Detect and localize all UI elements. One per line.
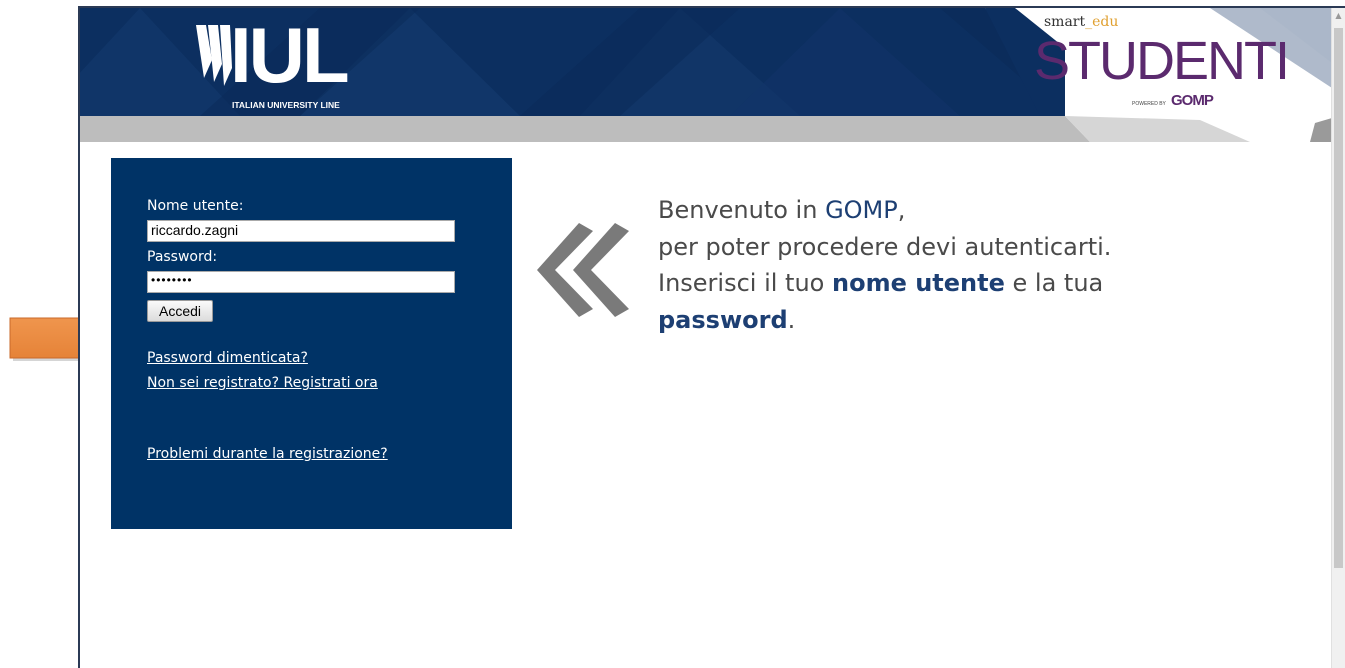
welcome-prefix: Benvenuto in	[658, 196, 826, 224]
brand-suffix: edu	[1092, 14, 1119, 30]
powered-by: POWERED BY	[1132, 101, 1166, 107]
registration-help-link[interactable]: Problemi durante la registrazione?	[147, 446, 388, 462]
double-chevron-left-icon	[537, 223, 629, 317]
scrollbar-thumb[interactable]	[1334, 28, 1343, 568]
password-field[interactable]: ••••••••	[147, 271, 455, 293]
username-field[interactable]: riccardo.zagni	[147, 220, 455, 242]
vertical-scrollbar[interactable]: ▲	[1331, 8, 1345, 668]
login-panel: Nome utente: riccardo.zagni Password: ••…	[111, 158, 512, 529]
welcome-period: .	[787, 305, 796, 334]
welcome-comma: ,	[897, 196, 906, 224]
logo-text: IUL	[230, 11, 350, 99]
welcome-instruction: Inserisci il tuo	[658, 269, 832, 297]
welcome-line-3: Inserisci il tuo nome utente e la tua	[658, 265, 1111, 302]
forgot-password-link[interactable]: Password dimenticata?	[147, 350, 308, 366]
scroll-up-icon[interactable]: ▲	[1334, 12, 1343, 20]
welcome-username-term: nome utente	[832, 269, 1005, 297]
welcome-brand: GOMP	[825, 196, 898, 224]
browser-viewport: IUL ITALIAN UNIVERSITY LINE smart_edu ST…	[78, 6, 1345, 668]
password-label: Password:	[147, 249, 218, 265]
logo-subtitle: ITALIAN UNIVERSITY LINE	[232, 100, 340, 110]
brand-prefix: smart	[1044, 14, 1086, 30]
welcome-conjunction: e la tua	[1004, 269, 1104, 297]
gomp-logo: GOMP	[1171, 92, 1214, 109]
welcome-line-1: Benvenuto in GOMP,	[658, 192, 1111, 229]
username-label: Nome utente:	[147, 198, 244, 214]
welcome-line-2: per poter procedere devi autenticarti.	[658, 232, 1112, 261]
register-link[interactable]: Non sei registrato? Registrati ora	[147, 375, 378, 391]
welcome-line-4: password.	[658, 302, 1111, 339]
login-button[interactable]: Accedi	[147, 300, 213, 322]
welcome-password-term: password	[658, 305, 788, 334]
brand-title: STUDENTI	[1034, 31, 1290, 91]
iul-logo: IUL ITALIAN UNIVERSITY LINE	[190, 11, 410, 116]
smartedu-brand: smart_edu STUDENTI POWERED BY GOMP	[1034, 14, 1290, 109]
welcome-message: Benvenuto in GOMP, per poter procedere d…	[658, 192, 1111, 338]
